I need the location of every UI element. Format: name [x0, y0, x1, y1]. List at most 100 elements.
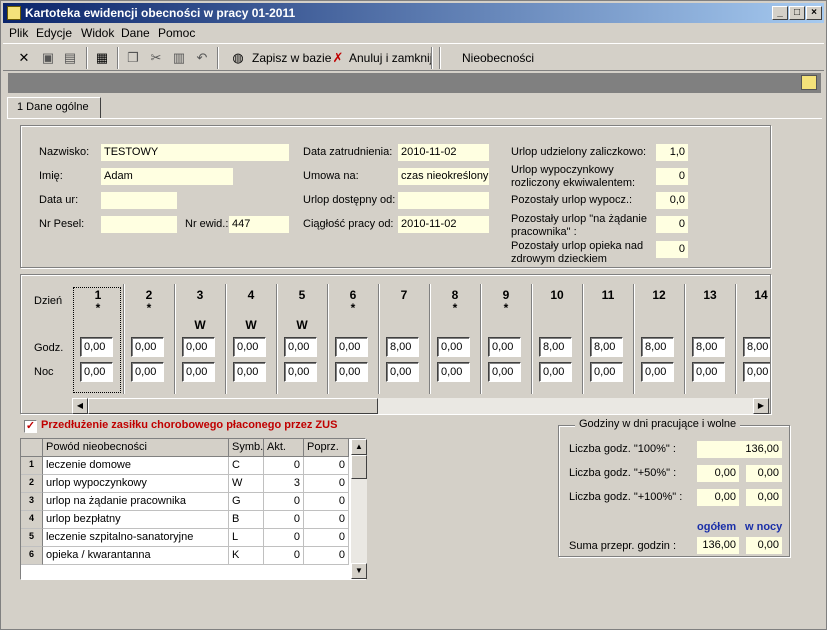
day-night-input[interactable]: 0,00	[641, 362, 674, 382]
scroll-thumb[interactable]	[88, 398, 378, 414]
minimize-button[interactable]: _	[772, 6, 788, 20]
day-hours-input[interactable]: 0,00	[335, 337, 368, 357]
h100-field[interactable]: 136,00	[697, 441, 782, 458]
day-hours-input[interactable]: 0,00	[437, 337, 470, 357]
table-row[interactable]: 6 opieka / kwarantanna K 0 0	[21, 547, 349, 565]
symbol-cell[interactable]: W	[229, 475, 264, 493]
day-night-input[interactable]: 0,00	[386, 362, 419, 382]
day-hours-input[interactable]: 8,00	[641, 337, 674, 357]
current-cell[interactable]: 0	[264, 547, 304, 565]
table-row[interactable]: 2 urlop wypoczynkowy W 3 0	[21, 475, 349, 493]
h50-total-field[interactable]: 0,00	[697, 465, 739, 482]
properties-icon[interactable]: ▦	[93, 49, 111, 67]
paste-icon[interactable]: ▥	[170, 49, 188, 67]
symbol-cell[interactable]: L	[229, 529, 264, 547]
undo-icon[interactable]: ↶	[193, 49, 211, 67]
h100p-total-field[interactable]: 0,00	[697, 489, 739, 506]
save-disk-icon[interactable]: ▣	[39, 49, 57, 67]
data-ur-field[interactable]	[101, 192, 177, 209]
symbol-cell[interactable]: C	[229, 457, 264, 475]
h50-night-field[interactable]: 0,00	[746, 465, 782, 482]
menu-widok[interactable]: Widok	[81, 26, 114, 40]
scroll-left-icon[interactable]: ◀	[72, 398, 88, 414]
previous-cell[interactable]: 0	[304, 475, 349, 493]
data-zatr-field[interactable]: 2010-11-02	[398, 144, 489, 161]
ekwiwalent-field[interactable]: 0	[656, 168, 688, 185]
menu-pomoc[interactable]: Pomoc	[158, 26, 195, 40]
day-night-input[interactable]: 0,00	[131, 362, 164, 382]
current-cell[interactable]: 0	[264, 493, 304, 511]
pesel-field[interactable]	[101, 216, 177, 233]
day-night-input[interactable]: 0,00	[437, 362, 470, 382]
day-hours-input[interactable]: 8,00	[692, 337, 725, 357]
day-hours-input[interactable]: 8,00	[590, 337, 623, 357]
umowa-field[interactable]: czas nieokreślony	[398, 168, 489, 185]
table-row[interactable]: 1 leczenie domowe C 0 0	[21, 457, 349, 475]
day-hours-input[interactable]: 8,00	[743, 337, 770, 357]
table-scroll-thumb[interactable]	[351, 455, 367, 479]
day-night-input[interactable]: 0,00	[743, 362, 770, 382]
reason-cell[interactable]: urlop bezpłatny	[43, 511, 229, 529]
close-button[interactable]: ×	[806, 6, 822, 20]
current-cell[interactable]: 3	[264, 475, 304, 493]
suma-total-field[interactable]: 136,00	[697, 537, 739, 554]
day-night-input[interactable]: 0,00	[590, 362, 623, 382]
previous-cell[interactable]: 0	[304, 529, 349, 547]
zaliczkowo-field[interactable]: 1,0	[656, 144, 688, 161]
previous-cell[interactable]: 0	[304, 547, 349, 565]
save-button[interactable]: Zapisz w bazie	[252, 51, 331, 65]
day-hours-input[interactable]: 8,00	[386, 337, 419, 357]
urlop-od-field[interactable]	[398, 192, 489, 209]
pozostaly-field[interactable]: 0,0	[656, 192, 688, 209]
symbol-cell[interactable]: K	[229, 547, 264, 565]
day-hours-input[interactable]: 0,00	[233, 337, 266, 357]
previous-cell[interactable]: 0	[304, 511, 349, 529]
reason-cell[interactable]: urlop wypoczynkowy	[43, 475, 229, 493]
zus-checkbox[interactable]: ✓	[24, 420, 37, 433]
imie-field[interactable]: Adam	[101, 168, 233, 185]
table-row[interactable]: 5 leczenie szpitalno-sanatoryjne L 0 0	[21, 529, 349, 547]
day-hours-input[interactable]: 8,00	[539, 337, 572, 357]
absences-button[interactable]: Nieobecności	[462, 51, 534, 65]
copy-icon[interactable]: ❐	[124, 49, 142, 67]
current-cell[interactable]: 0	[264, 457, 304, 475]
cancel-icon[interactable]: ✗	[329, 49, 347, 67]
day-night-input[interactable]: 0,00	[692, 362, 725, 382]
maximize-button[interactable]: □	[789, 6, 805, 20]
reason-cell[interactable]: urlop na żądanie pracownika	[43, 493, 229, 511]
current-cell[interactable]: 0	[264, 511, 304, 529]
day-night-input[interactable]: 0,00	[488, 362, 521, 382]
save-db-icon[interactable]: ◍	[229, 49, 247, 67]
day-night-input[interactable]: 0,00	[539, 362, 572, 382]
day-hours-input[interactable]: 0,00	[284, 337, 317, 357]
menu-dane[interactable]: Dane	[121, 26, 150, 40]
tab-dane-ogolne[interactable]: 1 Dane ogólne	[7, 97, 101, 119]
previous-cell[interactable]: 0	[304, 457, 349, 475]
h100p-night-field[interactable]: 0,00	[746, 489, 782, 506]
col-header-previous[interactable]: Poprz.	[304, 439, 349, 457]
day-hours-input[interactable]: 0,00	[182, 337, 215, 357]
nr-ewid-field[interactable]: 447	[229, 216, 289, 233]
days-horizontal-scrollbar[interactable]: ◀ ▶	[72, 398, 769, 414]
day-hours-input[interactable]: 0,00	[131, 337, 164, 357]
reason-cell[interactable]: leczenie szpitalno-sanatoryjne	[43, 529, 229, 547]
reason-cell[interactable]: opieka / kwarantanna	[43, 547, 229, 565]
previous-cell[interactable]: 0	[304, 493, 349, 511]
col-header-current[interactable]: Akt.	[264, 439, 304, 457]
table-row[interactable]: 3 urlop na żądanie pracownika G 0 0	[21, 493, 349, 511]
symbol-cell[interactable]: G	[229, 493, 264, 511]
menu-edycje[interactable]: Edycje	[36, 26, 72, 40]
symbol-cell[interactable]: B	[229, 511, 264, 529]
col-header-symbol[interactable]: Symb.	[229, 439, 264, 457]
delete-record-icon[interactable]: ▤	[61, 49, 79, 67]
menu-plik[interactable]: Plik	[9, 26, 28, 40]
zadanie-field[interactable]: 0	[656, 216, 688, 233]
day-night-input[interactable]: 0,00	[182, 362, 215, 382]
day-night-input[interactable]: 0,00	[233, 362, 266, 382]
nazwisko-field[interactable]: TESTOWY	[101, 144, 289, 161]
reason-cell[interactable]: leczenie domowe	[43, 457, 229, 475]
day-hours-input[interactable]: 0,00	[488, 337, 521, 357]
cut-icon[interactable]: ✂	[147, 49, 165, 67]
cancel-close-button[interactable]: Anuluj i zamknij	[349, 51, 432, 65]
opieka-field[interactable]: 0	[656, 241, 688, 258]
